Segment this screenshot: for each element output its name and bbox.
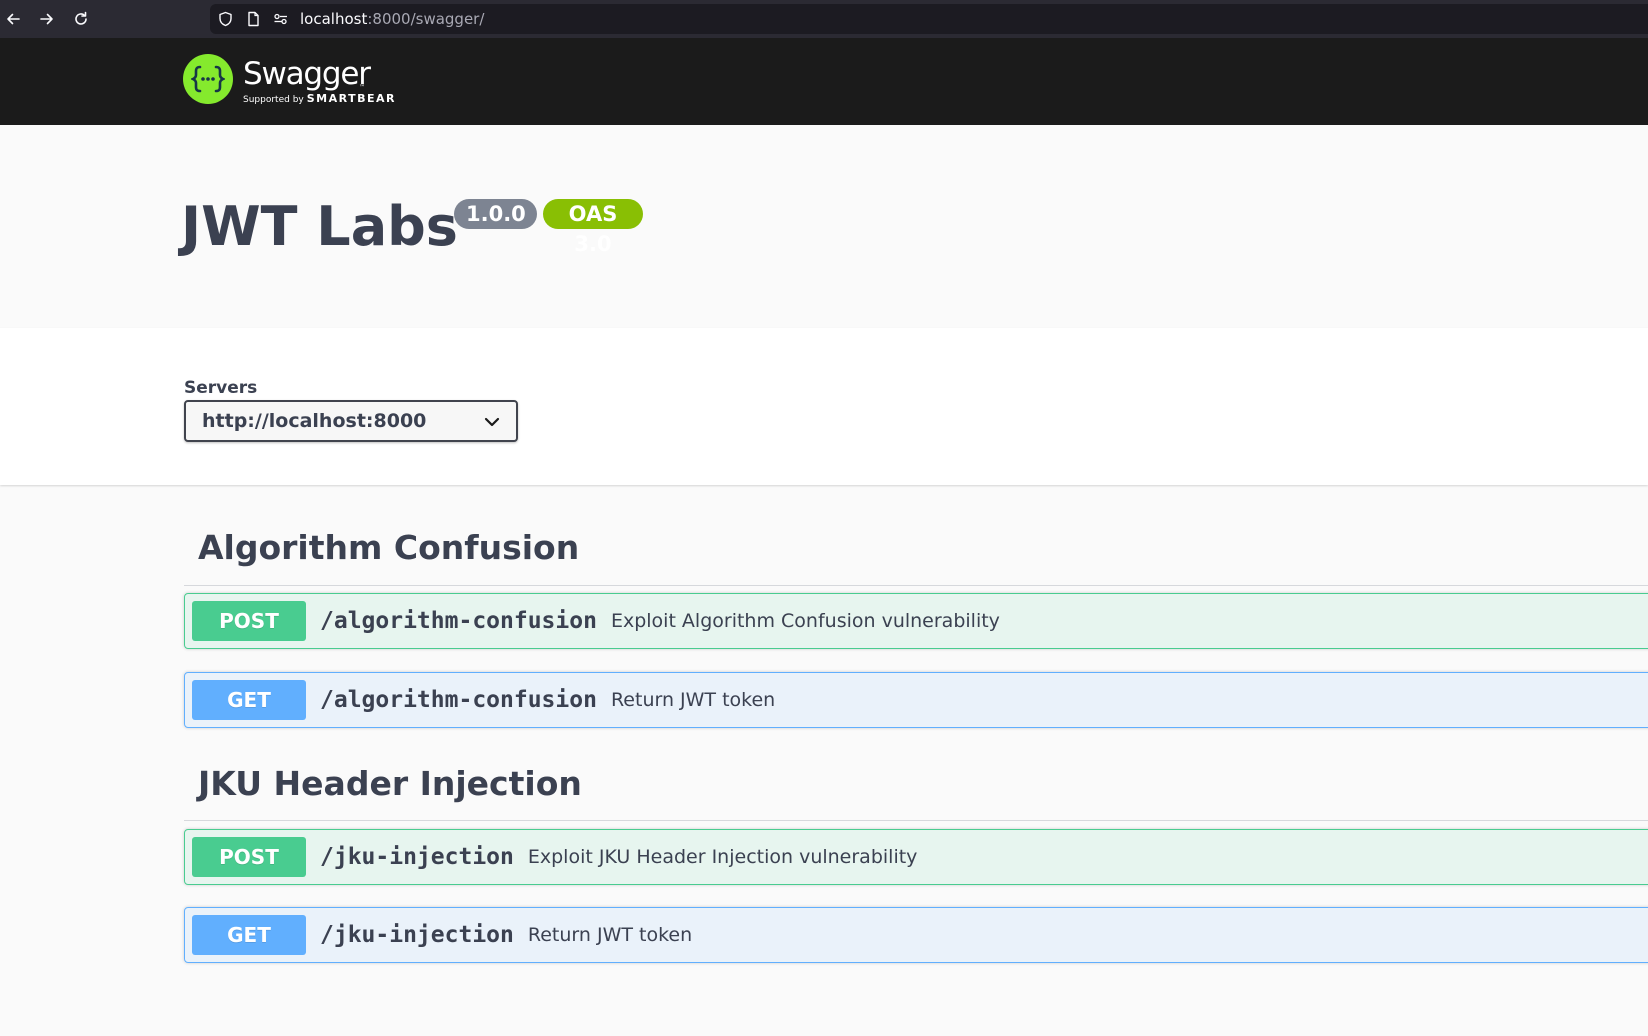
operation-summary: Return JWT token [527,924,693,946]
swagger-logo-icon [183,54,233,104]
servers-label: Servers [184,378,258,398]
operation-summary: Exploit JKU Header Injection vulnerabili… [527,846,918,868]
chevron-down-icon [484,412,500,431]
tag-divider [184,585,1648,586]
permissions-icon[interactable] [268,4,294,34]
method-badge-get: GET [192,915,306,955]
operation-post-jku-injection[interactable]: POST /jku-injection Exploit JKU Header I… [184,829,1648,885]
back-arrow-icon[interactable] [0,6,26,32]
url-text[interactable]: localhost:8000/swagger/ [300,10,484,28]
api-info: JWT Labs 1.0.0 OAS 3.0 [0,125,1648,328]
tag-heading-algorithm-confusion[interactable]: Algorithm Confusion [198,528,579,567]
tag-heading-jku-header-injection[interactable]: JKU Header Injection [198,764,582,803]
method-badge-get: GET [192,680,306,720]
operation-get-jku-injection[interactable]: GET /jku-injection Return JWT token [184,907,1648,963]
tag-divider [184,820,1648,821]
servers-select[interactable]: http://localhost:8000 [184,400,518,442]
operation-path: /jku-injection [320,922,514,948]
servers-section: Servers http://localhost:8000 [0,328,1648,485]
url-path: :8000/swagger/ [367,10,485,28]
page-icon [240,4,266,34]
browser-toolbar: localhost:8000/swagger/ [0,0,1648,38]
forward-arrow-icon[interactable] [34,6,60,32]
logo-smartbear: SMARTBEAR [306,92,396,105]
shield-icon[interactable] [212,4,238,34]
operation-summary: Exploit Algorithm Confusion vulnerabilit… [610,610,1000,632]
address-bar[interactable]: localhost:8000/swagger/ [210,4,1648,34]
url-host: localhost [300,10,368,28]
swagger-logo[interactable]: Swagger ™ Supported by SMARTBEAR [183,54,396,106]
logo-trademark: ™ [359,84,365,91]
operation-path: /algorithm-confusion [320,687,597,713]
servers-selected-value: http://localhost:8000 [202,410,427,432]
page-title: JWT Labs [181,195,458,258]
oas-badge: OAS 3.0 [543,199,643,256]
operation-post-algorithm-confusion[interactable]: POST /algorithm-confusion Exploit Algori… [184,593,1648,649]
operation-path: /algorithm-confusion [320,608,597,634]
version-badge: 1.0.0 [454,199,537,229]
logo-wordmark: Swagger [243,56,371,92]
method-badge-post: POST [192,601,306,641]
logo-supported-by: Supported by [243,95,304,105]
operation-summary: Return JWT token [610,689,776,711]
logo-tagline: Supported by SMARTBEAR [243,93,396,106]
operation-get-algorithm-confusion[interactable]: GET /algorithm-confusion Return JWT toke… [184,672,1648,728]
reload-icon[interactable] [68,6,94,32]
swagger-topbar: Swagger ™ Supported by SMARTBEAR [0,38,1648,125]
operation-path: /jku-injection [320,844,514,870]
method-badge-post: POST [192,837,306,877]
